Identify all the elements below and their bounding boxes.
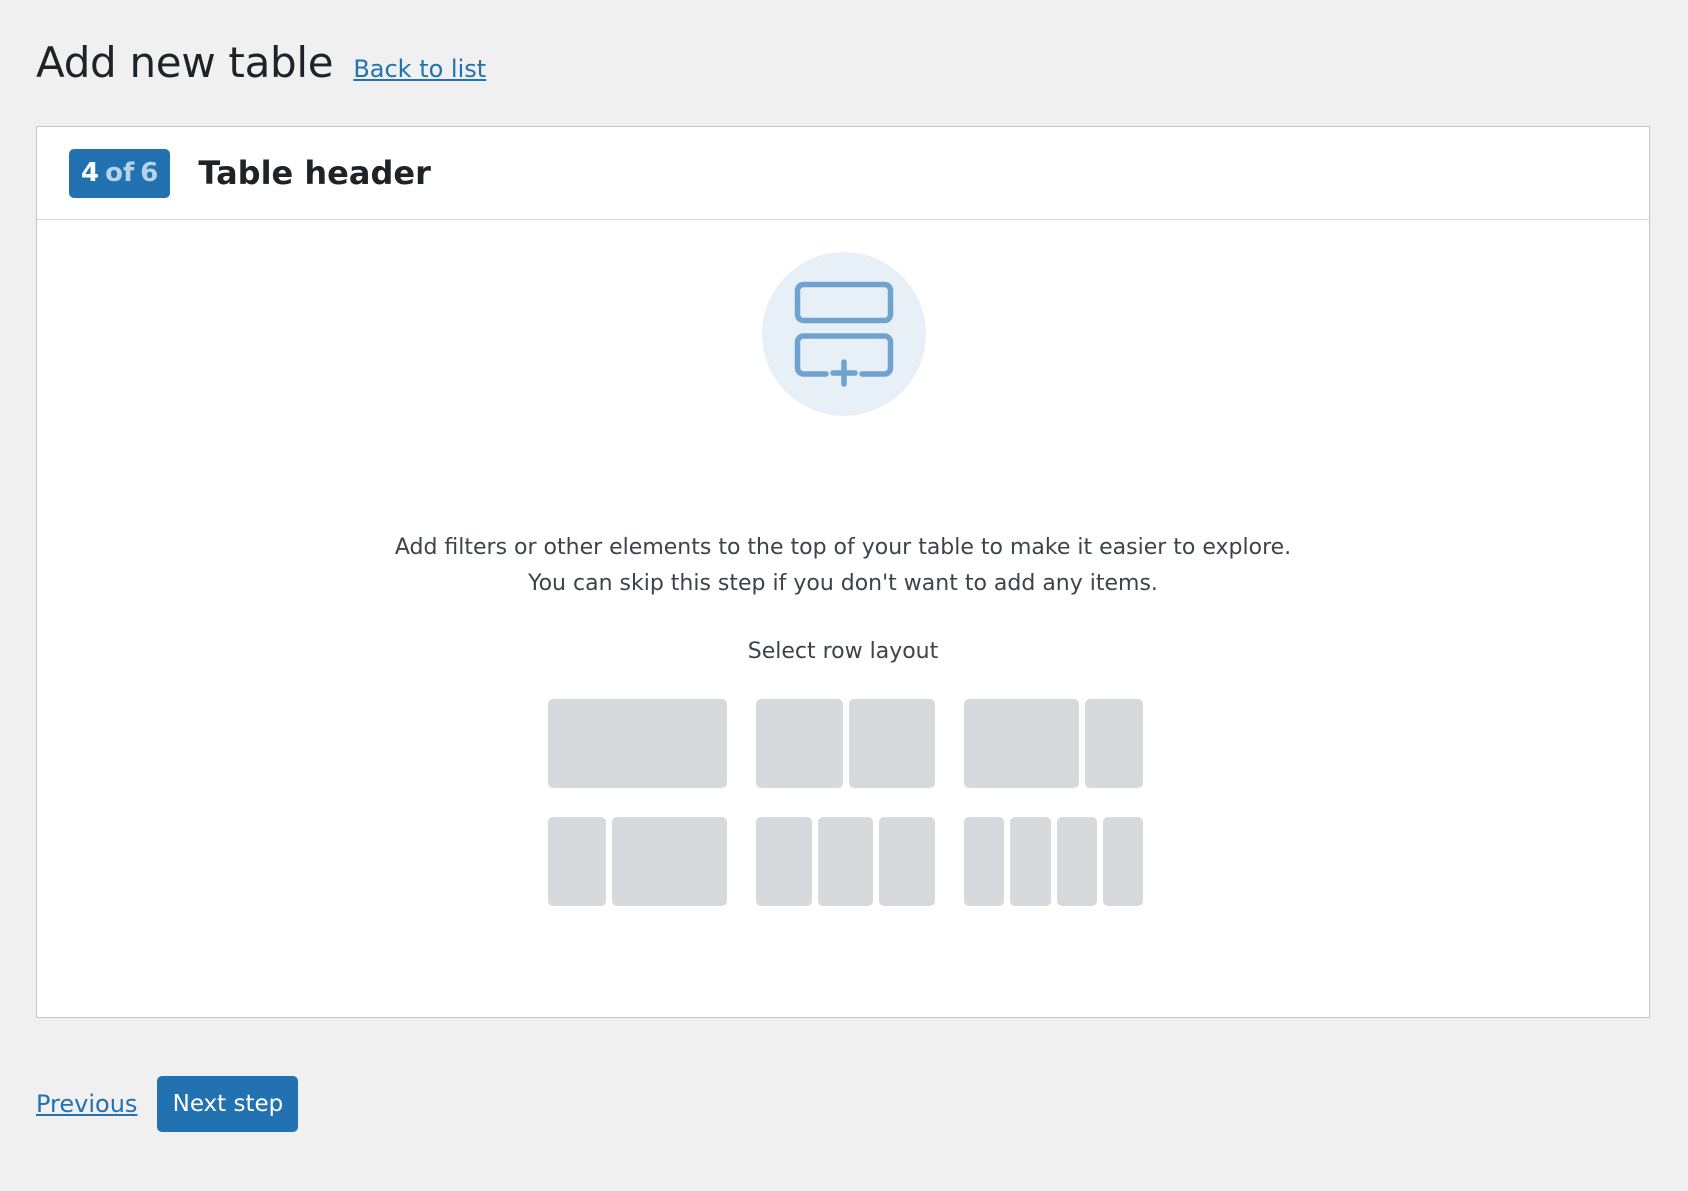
previous-link[interactable]: Previous	[36, 1090, 137, 1118]
layout-cell	[1085, 699, 1143, 788]
layout-cell	[848, 699, 935, 788]
back-to-list-link[interactable]: Back to list	[353, 55, 486, 83]
panel-header: 4 of 6 Table header	[37, 127, 1649, 220]
layout-option[interactable]	[964, 699, 1143, 788]
panel-title: Table header	[198, 154, 431, 192]
layout-cell	[964, 817, 1005, 906]
wizard-footer: Previous Next step	[36, 1076, 299, 1132]
step-badge: 4 of 6	[69, 148, 171, 198]
layout-cell	[964, 699, 1080, 788]
description-line-1: Add filters or other elements to the top…	[394, 535, 1292, 560]
layout-cell	[1010, 817, 1051, 906]
layout-cell	[548, 817, 606, 906]
layout-cell	[817, 817, 874, 906]
page-header: Add new table Back to list	[36, 38, 486, 87]
layout-cell	[1102, 817, 1143, 906]
layout-option[interactable]	[548, 699, 727, 788]
layout-cell	[1056, 817, 1097, 906]
layout-cell	[548, 699, 727, 788]
step-total: 6	[140, 158, 159, 188]
step-of: of	[105, 158, 135, 188]
layout-cell	[756, 817, 812, 906]
layout-cell	[879, 817, 935, 906]
layout-cell	[611, 817, 727, 906]
next-step-button[interactable]: Next step	[157, 1076, 299, 1132]
layout-cell	[756, 699, 843, 788]
page-title: Add new table	[36, 38, 334, 87]
layout-option[interactable]	[756, 817, 935, 906]
select-row-layout-label: Select row layout	[747, 639, 939, 664]
layout-option[interactable]	[548, 817, 727, 906]
step-description: Add filters or other elements to the top…	[37, 530, 1649, 602]
table-header-add-icon	[762, 252, 926, 416]
layout-option[interactable]	[756, 699, 935, 788]
wizard-panel: 4 of 6 Table header Add filters or other…	[36, 126, 1650, 1018]
step-current: 4	[81, 158, 100, 188]
description-line-2: You can skip this step if you don't want…	[528, 571, 1158, 596]
panel-body: Add filters or other elements to the top…	[37, 220, 1649, 1017]
layout-option[interactable]	[964, 817, 1143, 906]
